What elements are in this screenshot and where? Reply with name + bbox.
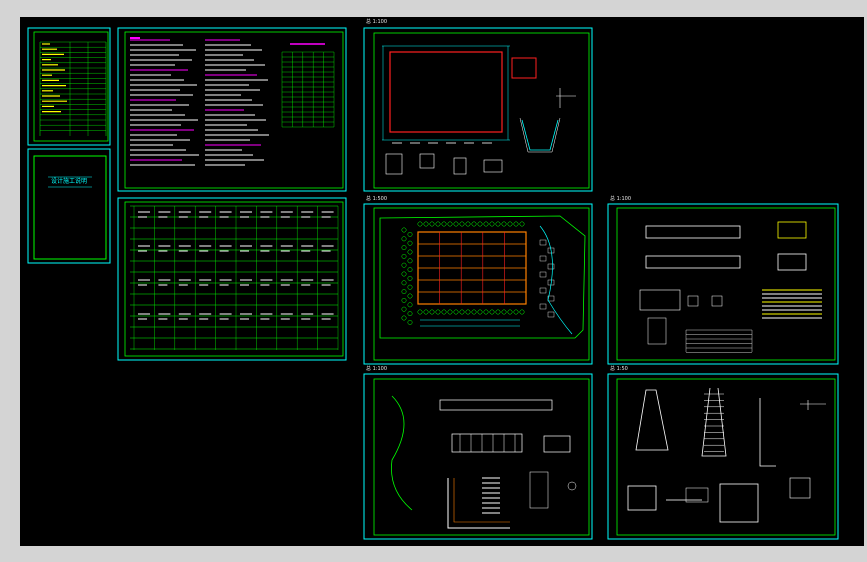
sheet-label-site: 总 1:500 (366, 196, 387, 202)
sheet-label-plan: 总 1:100 (366, 19, 387, 25)
cover-title: 设计施工说明 (51, 178, 88, 185)
model-space[interactable] (20, 17, 864, 546)
sheet-label-details-right: 总 1:50 (610, 366, 628, 372)
cad-drawing-canvas[interactable] (0, 0, 867, 562)
sheet-label-details-left: 总 1:100 (366, 366, 387, 372)
sheet-label-building: 总 1:100 (610, 196, 631, 202)
